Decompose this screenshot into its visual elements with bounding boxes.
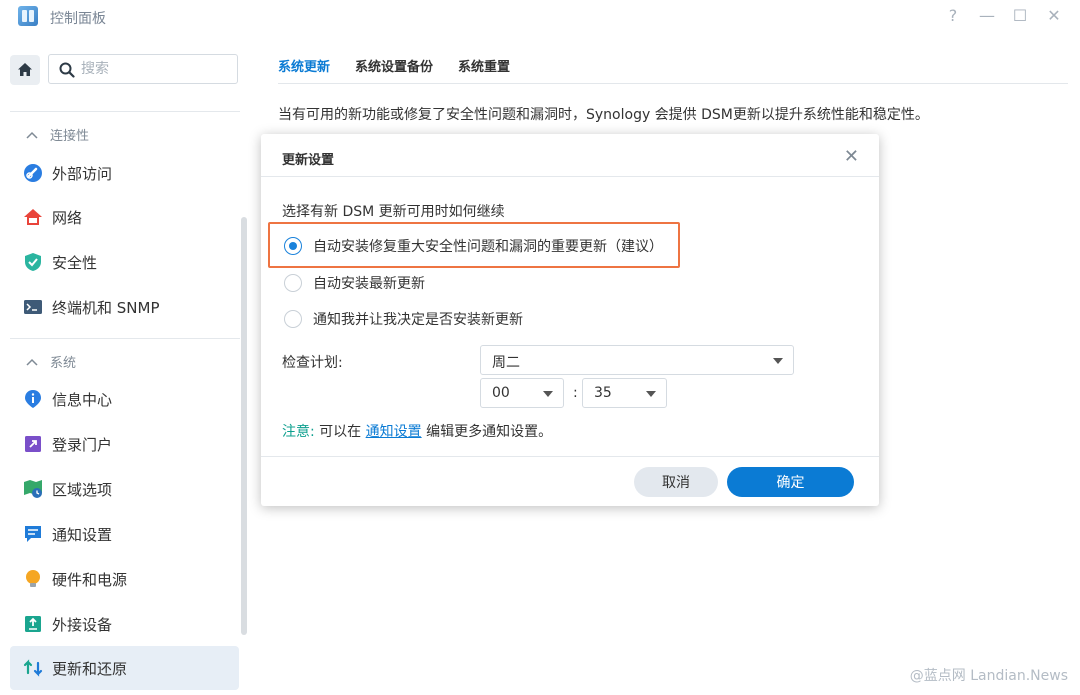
map-clock-icon (23, 479, 43, 499)
group-label: 系统 (50, 356, 77, 371)
sidebar-item-label: 网络 (52, 208, 83, 227)
link-icon (23, 163, 43, 183)
search-field[interactable] (48, 54, 238, 84)
sidebar-item-terminal[interactable]: 终端机和 SNMP (10, 285, 239, 329)
hour-select[interactable]: 00 (480, 378, 564, 408)
refresh-icon (23, 658, 43, 678)
chevron-up-icon (26, 358, 38, 366)
sidebar-item-label: 登录门户 (52, 435, 113, 454)
schedule-label: 检查计划: (282, 355, 343, 371)
sidebar-item-external-access[interactable]: 外部访问 (10, 151, 239, 195)
time-separator: : (573, 385, 578, 401)
caret-down-icon (543, 391, 553, 397)
help-icon[interactable]: ? (944, 6, 962, 25)
minute-value: 35 (594, 385, 612, 401)
option-label: 自动安装最新更新 (313, 276, 425, 292)
day-value: 周二 (492, 355, 520, 371)
sidebar-item-update-restore[interactable]: 更新和还原 (10, 646, 239, 690)
caret-down-icon (773, 358, 783, 364)
search-icon (59, 62, 75, 78)
tab-bar: 系统更新 系统设置备份 系统重置 (278, 56, 510, 85)
sidebar-divider (10, 111, 240, 112)
caret-down-icon (646, 391, 656, 397)
tab-system-reset[interactable]: 系统重置 (458, 56, 510, 85)
terminal-icon (23, 297, 43, 317)
dialog-header-divider (261, 176, 879, 177)
notification-settings-link[interactable]: 通知设置 (366, 424, 422, 440)
sidebar-item-info-center[interactable]: 信息中心 (10, 377, 239, 421)
update-description: 当有可用的新功能或修复了安全性问题和漏洞时，Synology 会提供 DSM更新… (278, 107, 929, 123)
sidebar-item-label: 终端机和 SNMP (52, 298, 160, 317)
sidebar-item-label: 外部访问 (52, 164, 113, 183)
watermark: @蓝点网 Landian.News (909, 668, 1068, 684)
sidebar-item-label: 更新和还原 (52, 659, 128, 678)
day-select[interactable]: 周二 (480, 345, 794, 375)
window-title: 控制面板 (50, 11, 106, 27)
radio-button[interactable] (284, 237, 302, 255)
ok-button[interactable]: 确定 (727, 467, 854, 497)
note-key: 注意: (282, 424, 315, 440)
bulb-icon (23, 569, 43, 589)
sidebar-scrollbar[interactable] (241, 217, 247, 635)
sidebar-item-label: 硬件和电源 (52, 570, 128, 589)
hour-value: 00 (492, 385, 510, 401)
dialog-footer-divider (261, 456, 879, 457)
house-network-icon (23, 207, 43, 227)
option-label: 自动安装修复重大安全性问题和漏洞的重要更新（建议） (313, 239, 663, 255)
dialog-title: 更新设置 (282, 153, 335, 168)
portal-arrow-icon (23, 434, 43, 454)
sidebar-item-label: 外接设备 (52, 615, 113, 634)
sidebar: 连接性 外部访问 网络 安全性 终端机和 SNMP 系统 信息中心 登录门户 区… (0, 34, 250, 695)
note-prefix: 可以在 (319, 424, 362, 440)
sidebar-item-notification[interactable]: 通知设置 (10, 512, 239, 556)
option-auto-latest[interactable]: 自动安装最新更新 (284, 273, 425, 293)
close-window-icon[interactable]: ✕ (1045, 6, 1063, 25)
tab-system-update[interactable]: 系统更新 (278, 56, 330, 85)
minimize-icon[interactable]: — (978, 6, 996, 25)
home-button[interactable] (10, 55, 40, 85)
radio-button[interactable] (284, 310, 302, 328)
message-icon (23, 524, 43, 544)
maximize-icon[interactable]: ☐ (1011, 6, 1029, 25)
sidebar-item-security[interactable]: 安全性 (10, 240, 239, 284)
external-device-icon (23, 614, 43, 634)
note-text: 注意: 可以在 通知设置 编辑更多通知设置。 (282, 421, 552, 441)
cancel-button[interactable]: 取消 (634, 467, 718, 497)
minute-select[interactable]: 35 (582, 378, 667, 408)
option-label: 通知我并让我决定是否安装新更新 (313, 312, 523, 328)
close-icon[interactable]: ✕ (844, 146, 859, 167)
tab-config-backup[interactable]: 系统设置备份 (355, 56, 433, 85)
update-question: 选择有新 DSM 更新可用时如何继续 (282, 204, 505, 220)
sidebar-item-hardware-power[interactable]: 硬件和电源 (10, 557, 239, 601)
info-icon (23, 389, 43, 409)
home-icon (18, 63, 32, 76)
shield-check-icon (23, 252, 43, 272)
group-header-system[interactable]: 系统 (26, 352, 76, 371)
chevron-up-icon (26, 131, 38, 139)
search-input[interactable] (81, 60, 231, 78)
tab-divider (278, 83, 1068, 84)
sidebar-item-external-devices[interactable]: 外接设备 (10, 602, 239, 646)
sidebar-item-label: 区域选项 (52, 480, 113, 499)
sidebar-item-login-portal[interactable]: 登录门户 (10, 422, 239, 466)
radio-button[interactable] (284, 274, 302, 292)
sidebar-item-label: 安全性 (52, 253, 98, 272)
sidebar-item-regional-options[interactable]: 区域选项 (10, 467, 239, 511)
group-label: 连接性 (50, 129, 90, 144)
sidebar-item-label: 通知设置 (52, 525, 113, 544)
option-auto-important[interactable]: 自动安装修复重大安全性问题和漏洞的重要更新（建议） (284, 236, 663, 256)
control-panel-icon (18, 6, 38, 26)
option-notify-me[interactable]: 通知我并让我决定是否安装新更新 (284, 309, 523, 329)
group-header-connectivity[interactable]: 连接性 (26, 125, 89, 144)
title-bar: 控制面板 ? — ☐ ✕ (0, 0, 1080, 34)
note-suffix: 编辑更多通知设置。 (426, 424, 553, 440)
sidebar-item-label: 信息中心 (52, 390, 113, 409)
sidebar-item-network[interactable]: 网络 (10, 195, 239, 239)
update-settings-dialog: 更新设置 ✕ 选择有新 DSM 更新可用时如何继续 自动安装修复重大安全性问题和… (261, 134, 879, 506)
sidebar-divider (10, 338, 240, 339)
